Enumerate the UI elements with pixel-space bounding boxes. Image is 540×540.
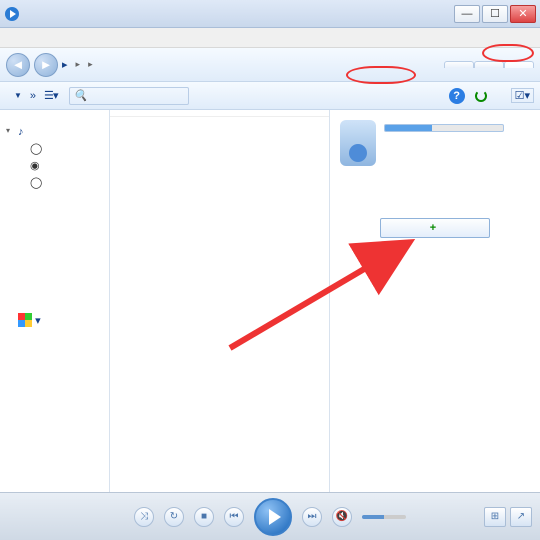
back-button[interactable]: ◄ [6, 53, 30, 77]
sidebar-genre[interactable]: ◯ [4, 174, 105, 191]
column-headers[interactable] [110, 110, 329, 117]
sync-pane: + [330, 110, 540, 492]
add-to-sync-button[interactable]: + [380, 218, 490, 238]
sync-options-icon[interactable]: ☑▾ [511, 88, 534, 103]
sidebar-media-guide[interactable]: ▾ [4, 311, 105, 329]
player-bar: ⤨ ↻ ■ ⏮ ⏭ 🔇 ⊞ ↗ [0, 492, 540, 540]
maximize-button[interactable]: ☐ [482, 5, 508, 23]
sidebar-artist[interactable]: ◯ [4, 140, 105, 157]
nav-row: ◄ ► ▸ ▸ ▸ [0, 48, 540, 82]
play-button[interactable] [254, 498, 292, 536]
storage-bar [384, 124, 504, 132]
main-body: ▸ ▾♪ ◯ ◉ ◯ ▾ ▾ [0, 110, 540, 492]
stream-icon[interactable]: » [30, 90, 36, 102]
forward-button[interactable]: ► [34, 53, 58, 77]
view-icon[interactable]: ☰ ▾ [44, 89, 56, 102]
sidebar-album[interactable]: ◉ [4, 157, 105, 174]
volume-slider[interactable] [362, 515, 406, 519]
device-block[interactable] [336, 116, 534, 170]
close-button[interactable]: ✕ [510, 5, 536, 23]
toolbar: ▼ » ☰ ▾ 🔍 ? ☑▾ [0, 82, 540, 110]
help-icon[interactable]: ? [449, 88, 465, 104]
sidebar-other-libs[interactable] [4, 237, 105, 241]
tab-burn[interactable] [474, 61, 504, 68]
sidebar-pictures2[interactable] [4, 227, 105, 231]
menubar [0, 28, 540, 48]
sidebar-music[interactable]: ▾♪ [4, 124, 105, 140]
sidebar: ▸ ▾♪ ◯ ◉ ◯ ▾ ▾ [0, 110, 110, 492]
tab-play[interactable] [444, 61, 474, 68]
breadcrumb[interactable]: ▸ ▸ ▸ [62, 58, 97, 71]
album-list[interactable] [110, 110, 330, 492]
app-icon [4, 6, 20, 22]
titlebar: — ☐ ✕ [0, 0, 540, 28]
device-icon [340, 120, 376, 166]
minimize-button[interactable]: — [454, 5, 480, 23]
tab-sync[interactable] [504, 61, 534, 68]
search-input[interactable]: 🔍 [69, 87, 189, 105]
start-sync-button[interactable] [475, 90, 491, 102]
